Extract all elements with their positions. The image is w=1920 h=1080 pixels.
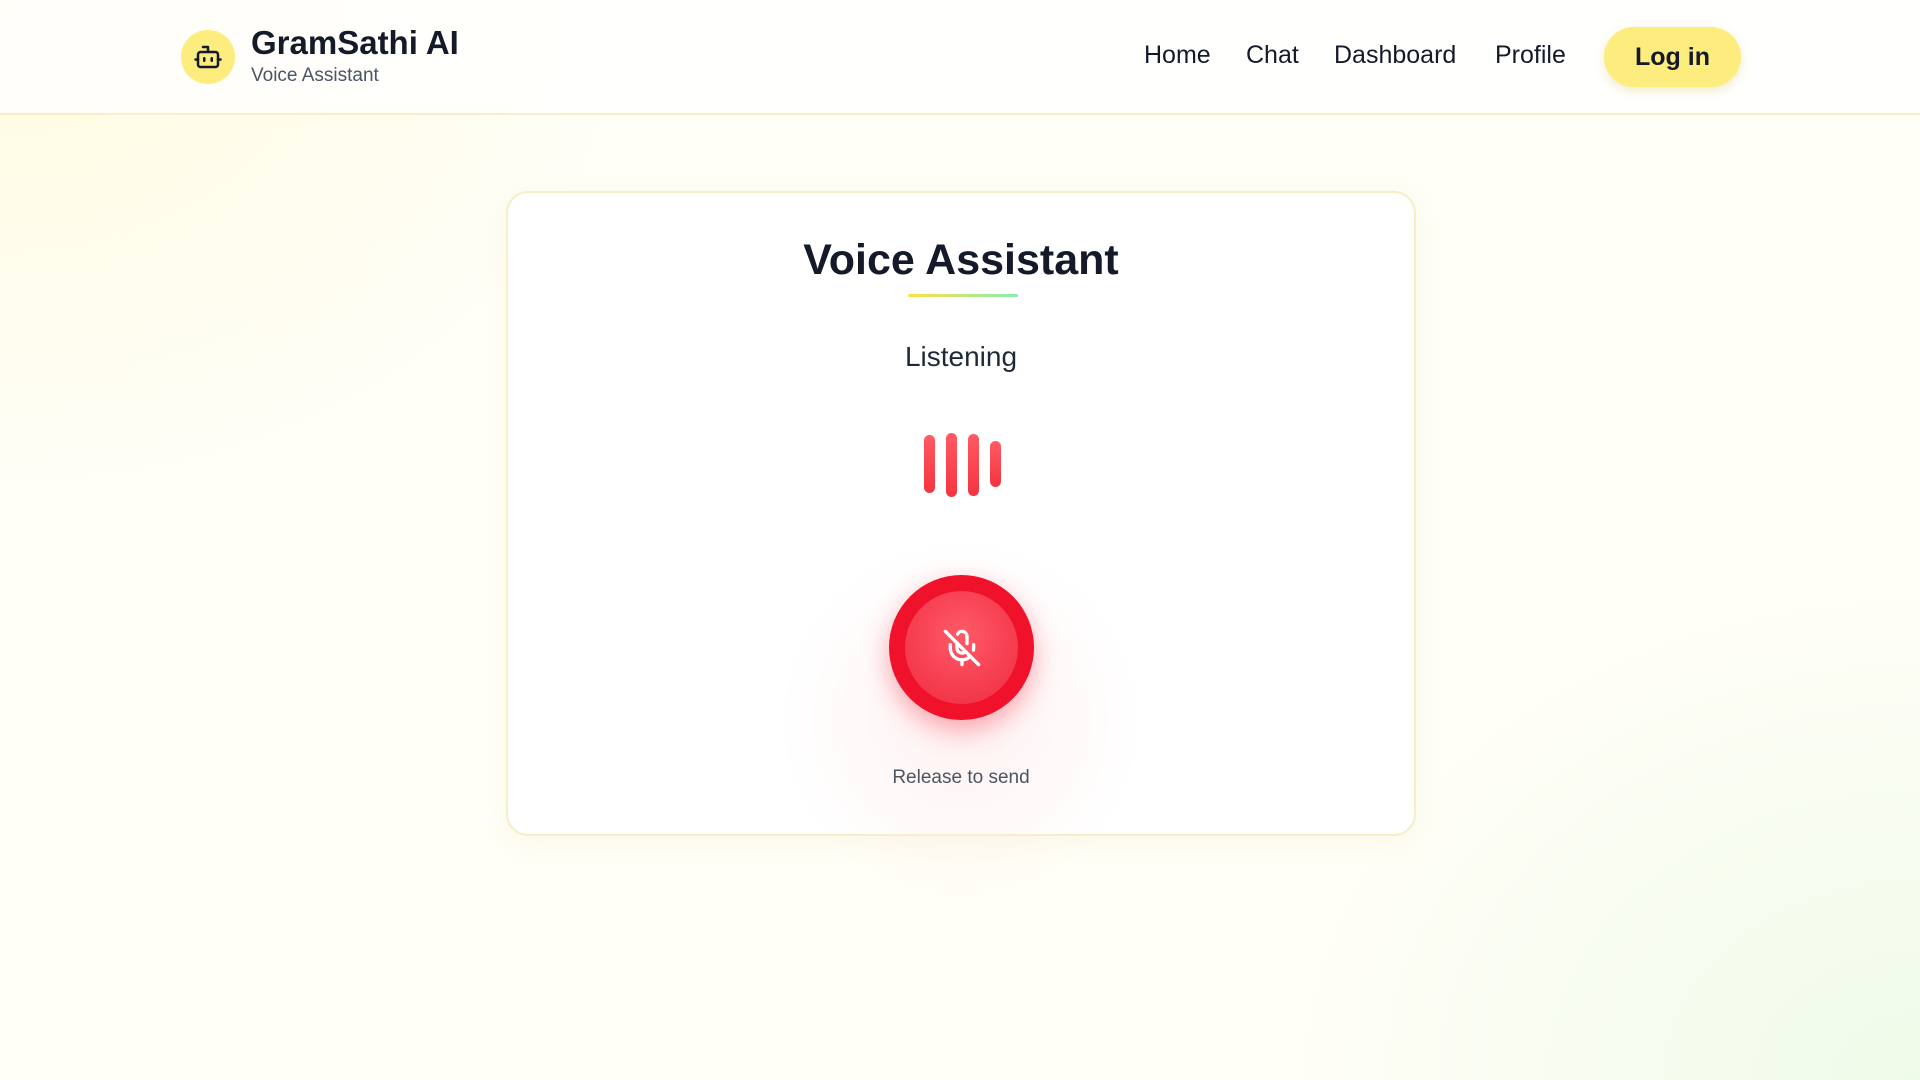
mic-off-icon [905, 591, 1018, 704]
nav-home[interactable]: Home [1144, 41, 1211, 70]
brand[interactable]: GramSathi AI Voice Assistant [181, 26, 459, 87]
nav-dashboard[interactable]: Dashboard [1334, 41, 1456, 70]
robot-icon [181, 29, 235, 84]
waveform-bar [990, 441, 1001, 487]
voice-assistant-card: Voice Assistant Listening Release to sen… [506, 191, 1416, 904]
record-mic-button[interactable] [889, 575, 1034, 720]
top-navbar: GramSathi AI Voice Assistant Home Chat D… [0, 0, 1920, 115]
waveform-bar [924, 435, 935, 493]
release-hint: Release to send [892, 767, 1030, 788]
brand-title: GramSathi AI [251, 24, 459, 61]
waveform-bar [968, 434, 979, 496]
brand-subtitle: Voice Assistant [251, 65, 379, 86]
login-button[interactable]: Log in [1604, 27, 1741, 87]
waveform-bar [946, 433, 957, 497]
brand-text: GramSathi AI Voice Assistant [251, 26, 459, 87]
nav-profile[interactable]: Profile [1495, 41, 1566, 70]
nav-chat[interactable]: Chat [1246, 41, 1299, 70]
